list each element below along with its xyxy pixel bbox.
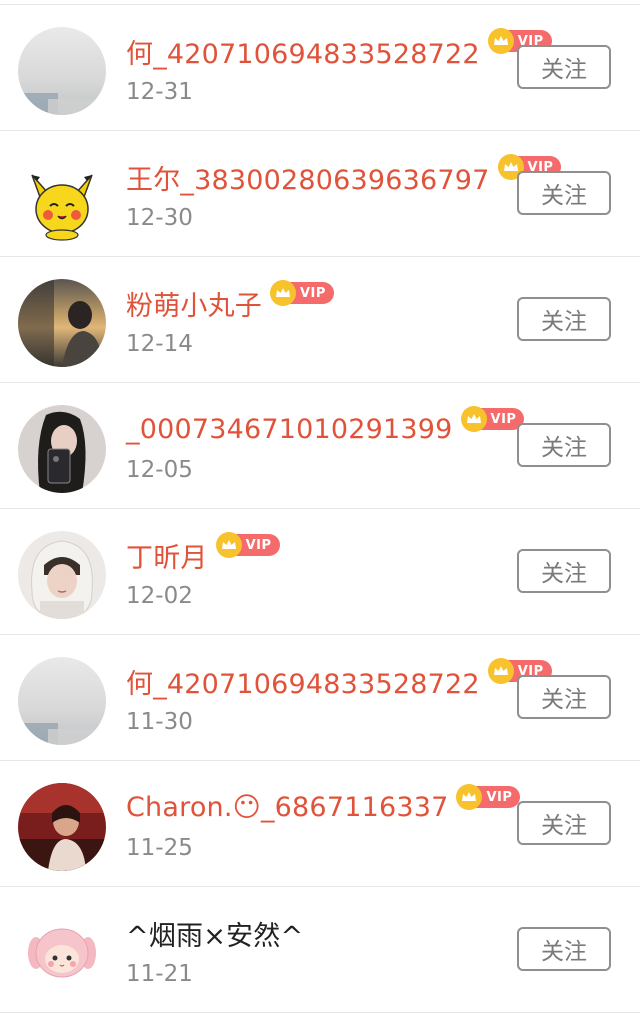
vip-label: VIP (486, 789, 513, 805)
name-line: Charon.😶_6867116337 VIP (126, 784, 521, 827)
avatar[interactable] (18, 405, 106, 493)
avatar[interactable] (18, 657, 106, 745)
list-item[interactable]: Charon.😶_6867116337 VIP 11-25 关注 (0, 761, 640, 887)
name-line: 粉萌小丸子 VIP (126, 280, 334, 323)
follow-button[interactable]: 关注 (517, 297, 611, 341)
username[interactable]: 何_420710694833528722 (126, 662, 480, 701)
crown-icon (456, 784, 483, 810)
avatar[interactable] (18, 909, 106, 997)
name-line: ^烟雨×安然^ (126, 913, 303, 953)
follow-button[interactable]: 关注 (517, 801, 611, 845)
avatar[interactable] (18, 783, 106, 871)
vip-label: VIP (245, 537, 272, 553)
avatar[interactable] (18, 27, 106, 115)
follow-date: 11-21 (126, 961, 193, 987)
follow-date: 12-31 (126, 79, 193, 105)
follow-date: 12-02 (126, 583, 193, 609)
crown-icon (460, 406, 487, 432)
username[interactable]: Charon.😶_6867116337 (126, 792, 448, 823)
list-item[interactable]: ^烟雨×安然^ 11-21 关注 (0, 887, 640, 1013)
follow-button[interactable]: 关注 (517, 423, 611, 467)
avatar[interactable] (18, 531, 106, 619)
follow-date: 11-25 (126, 835, 193, 861)
username[interactable]: 王尔_38300280639636797 (126, 158, 490, 197)
avatar[interactable] (18, 153, 106, 241)
list-item[interactable]: 丁昕月 VIP 12-02 关注 (0, 509, 640, 635)
crown-icon (487, 658, 514, 684)
name-line: 王尔_38300280639636797 VIP (126, 154, 562, 197)
follow-button[interactable]: 关注 (517, 45, 611, 89)
crown-icon (270, 280, 296, 306)
username[interactable]: _000734671010291399 (126, 414, 453, 445)
name-line: 何_420710694833528722 VIP (126, 658, 552, 701)
vip-label: VIP (490, 411, 517, 427)
follow-date: 11-30 (126, 709, 193, 735)
crown-icon (487, 28, 514, 54)
follower-list: 何_420710694833528722 VIP 12-31 关注 王尔_383… (0, 0, 640, 1013)
list-item[interactable]: 粉萌小丸子 VIP 12-14 关注 (0, 257, 640, 383)
username[interactable]: ^烟雨×安然^ (126, 914, 303, 953)
follow-button[interactable]: 关注 (517, 549, 611, 593)
vip-badge: VIP (270, 280, 334, 306)
vip-label: VIP (300, 285, 326, 301)
follow-date: 12-05 (126, 457, 193, 483)
username[interactable]: 丁昕月 (126, 536, 208, 575)
follow-date: 12-30 (126, 205, 193, 231)
list-item[interactable]: 何_420710694833528722 VIP 12-31 关注 (0, 5, 640, 131)
follow-button[interactable]: 关注 (517, 171, 611, 215)
list-item[interactable]: 王尔_38300280639636797 VIP 12-30 关注 (0, 131, 640, 257)
follow-button[interactable]: 关注 (517, 927, 611, 971)
name-line: 何_420710694833528722 VIP (126, 28, 552, 71)
vip-badge: VIP (456, 784, 521, 810)
name-line: 丁昕月 VIP (126, 532, 280, 575)
list-item[interactable]: 何_420710694833528722 VIP 11-30 关注 (0, 635, 640, 761)
list-item[interactable]: _000734671010291399 VIP 12-05 关注 (0, 383, 640, 509)
vip-badge: VIP (460, 406, 525, 432)
username[interactable]: 粉萌小丸子 (126, 284, 262, 323)
username[interactable]: 何_420710694833528722 (126, 32, 480, 71)
avatar[interactable] (18, 279, 106, 367)
crown-icon (215, 532, 242, 558)
vip-badge: VIP (215, 532, 280, 558)
follow-date: 12-14 (126, 331, 193, 357)
follow-button[interactable]: 关注 (517, 675, 611, 719)
name-line: _000734671010291399 VIP (126, 406, 525, 449)
